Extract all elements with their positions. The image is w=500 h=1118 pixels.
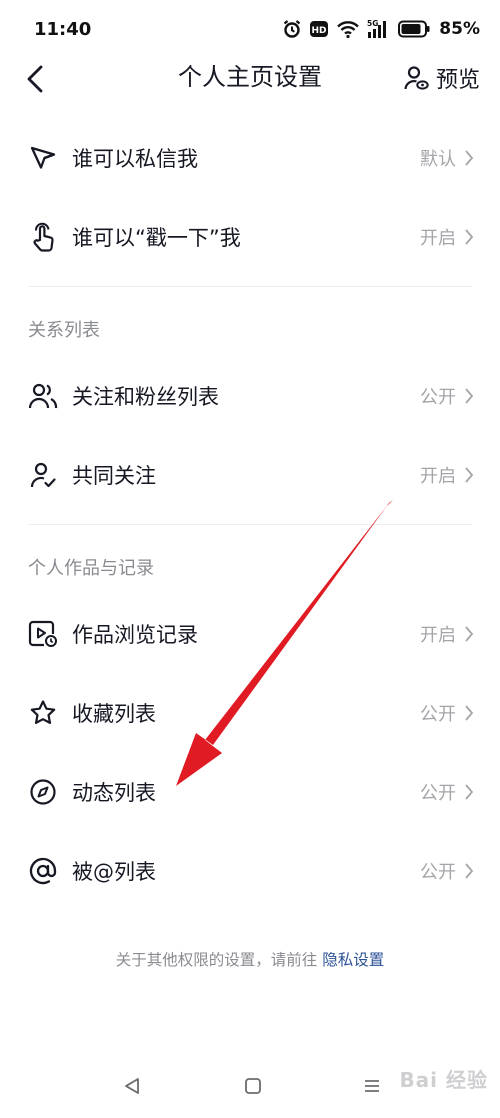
row-value: 公开 <box>420 700 474 726</box>
row-favorites-list[interactable]: 收藏列表 公开 <box>0 673 500 752</box>
chevron-right-icon <box>465 466 474 483</box>
row-label: 谁可以私信我 <box>72 146 198 171</box>
send-icon <box>28 143 58 173</box>
row-label: 谁可以“戳一下”我 <box>72 225 241 250</box>
watermark: Bai 经验 <box>399 1068 488 1092</box>
back-triangle-icon[interactable] <box>120 1074 144 1098</box>
row-value-text: 公开 <box>420 703 456 725</box>
alarm-icon <box>282 19 302 39</box>
row-label: 收藏列表 <box>72 701 156 726</box>
row-value-text: 开启 <box>420 227 456 249</box>
compass-icon <box>28 777 58 807</box>
battery-icon <box>398 20 430 38</box>
row-mentions-list[interactable]: 被@列表 公开 <box>0 831 500 910</box>
row-label: 被@列表 <box>72 859 156 884</box>
chevron-right-icon <box>465 783 474 800</box>
row-value: 公开 <box>420 858 474 884</box>
chevron-right-icon <box>465 149 474 166</box>
row-mutual-follow[interactable]: 共同关注 开启 <box>0 435 500 514</box>
row-view-history[interactable]: 作品浏览记录 开启 <box>0 594 500 673</box>
row-value-text: 开启 <box>420 624 456 646</box>
video-history-icon <box>28 619 58 649</box>
user-check-icon <box>28 460 58 490</box>
row-value: 开启 <box>420 621 474 647</box>
star-icon <box>28 698 58 728</box>
at-icon <box>28 856 58 886</box>
chevron-right-icon <box>465 704 474 721</box>
row-label: 动态列表 <box>72 780 156 805</box>
back-button[interactable] <box>26 62 54 96</box>
signal-badge-text: 5G <box>367 19 378 28</box>
row-value-text: 公开 <box>420 386 456 408</box>
section-header-works: 个人作品与记录 <box>28 558 154 579</box>
row-value: 开启 <box>420 462 474 488</box>
row-moments-list[interactable]: 动态列表 公开 <box>0 752 500 831</box>
users-icon <box>28 381 58 411</box>
status-bar: 11:40 HD 5G 85% <box>0 0 500 58</box>
finger-tap-icon <box>28 222 58 252</box>
chevron-left-icon <box>27 65 43 93</box>
row-value: 开启 <box>420 224 474 250</box>
row-label: 关注和粉丝列表 <box>72 384 219 409</box>
home-square-icon[interactable] <box>241 1074 265 1098</box>
footer-note: 关于其他权限的设置，请前往 隐私设置 <box>0 948 500 970</box>
nav-bar: 个人主页设置 预览 <box>0 58 500 98</box>
user-view-icon <box>404 66 429 90</box>
hd-icon: HD <box>309 20 329 38</box>
signal-5g-icon: 5G <box>367 19 391 39</box>
row-value: 公开 <box>420 779 474 805</box>
row-follow-list[interactable]: 关注和粉丝列表 公开 <box>0 356 500 435</box>
privacy-settings-link[interactable]: 隐私设置 <box>322 951 384 969</box>
row-value-text: 公开 <box>420 861 456 883</box>
battery-percent: 85% <box>439 19 480 39</box>
preview-button[interactable]: 预览 <box>403 60 480 96</box>
row-poke-permission[interactable]: 谁可以“戳一下”我 开启 <box>0 197 500 276</box>
status-time: 11:40 <box>34 18 92 40</box>
settings-page: 11:40 HD 5G 85% 个人主页设置 预览 谁可以私信我 默认 谁可以“… <box>0 0 500 1118</box>
row-dm-permission[interactable]: 谁可以私信我 默认 <box>0 118 500 197</box>
chevron-right-icon <box>465 228 474 245</box>
wifi-icon <box>336 19 360 39</box>
row-value: 公开 <box>420 383 474 409</box>
chevron-right-icon <box>465 387 474 404</box>
divider <box>28 286 472 287</box>
row-value-text: 开启 <box>420 465 456 487</box>
status-icons: HD 5G 85% <box>282 19 480 39</box>
section-header-relations: 关系列表 <box>28 320 100 341</box>
row-value: 默认 <box>420 145 474 171</box>
row-value-text: 默认 <box>420 148 456 170</box>
row-label: 共同关注 <box>72 463 156 488</box>
hd-badge-text: HD <box>312 26 327 36</box>
footer-text: 关于其他权限的设置，请前往 <box>115 951 323 969</box>
menu-lines-icon[interactable] <box>360 1074 384 1098</box>
divider <box>28 524 472 525</box>
row-value-text: 公开 <box>420 782 456 804</box>
chevron-right-icon <box>465 625 474 642</box>
row-label: 作品浏览记录 <box>72 622 198 647</box>
chevron-right-icon <box>465 862 474 879</box>
preview-label: 预览 <box>435 68 480 93</box>
